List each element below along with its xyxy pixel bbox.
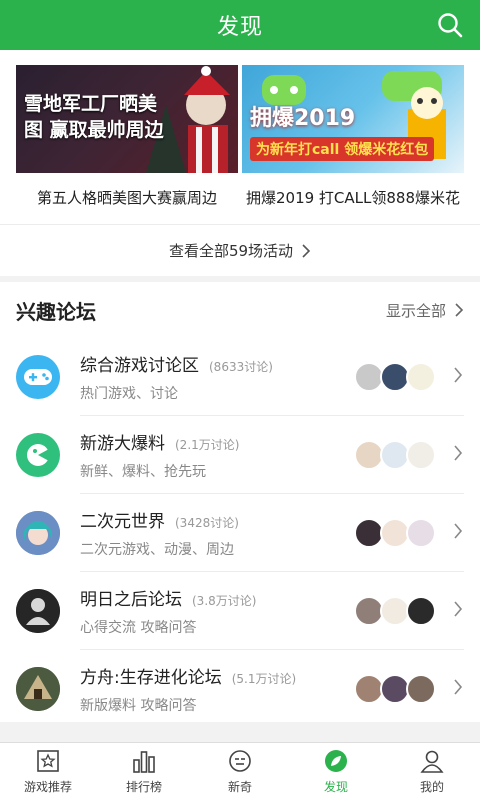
forum-name: 二次元世界 xyxy=(80,512,165,532)
member-avatars xyxy=(354,518,436,548)
forums-header: 兴趣论坛 显示全部 xyxy=(0,282,480,338)
forum-name: 明日之后论坛 xyxy=(80,590,182,610)
banner-image: 拥爆2019 为新年打call 领爆米花红包 xyxy=(242,65,464,173)
banner-card-popcorn-2019[interactable]: 拥爆2019 为新年打call 领爆米花红包 拥爆2019 打CALL领888爆… xyxy=(242,65,464,208)
forum-row[interactable]: 方舟:生存进化论坛 (5.1万讨论) 新版爆料 攻略问答 xyxy=(0,650,480,728)
star-box-icon xyxy=(37,750,59,772)
member-avatars xyxy=(354,440,436,470)
forum-row[interactable]: 新游大爆料 (2.1万讨论) 新鲜、爆料、抢先玩 xyxy=(0,416,480,494)
banner-caption: 拥爆2019 打CALL领888爆米花 xyxy=(245,189,461,207)
forum-description: 热门游戏、讨论 xyxy=(80,386,178,402)
forum-description: 二次元游戏、动漫、周边 xyxy=(80,542,234,558)
search-icon xyxy=(438,13,463,38)
banner-card-identity-v[interactable]: 雪地军工厂晒美图 赢取最帅周边 第五人格晒美图大赛赢周边 xyxy=(16,65,238,208)
user-icon xyxy=(420,750,444,773)
forum-row[interactable]: 明日之后论坛 (3.8万讨论) 心得交流 攻略问答 xyxy=(0,572,480,650)
forum-name: 方舟:生存进化论坛 xyxy=(80,668,222,688)
view-all-activities-link[interactable]: 查看全部59场活动 xyxy=(0,224,480,276)
forum-info: 明日之后论坛 (3.8万讨论) 心得交流 攻略问答 xyxy=(80,585,358,637)
tab-game-recommend[interactable]: 游戏推荐 xyxy=(0,743,96,800)
avatar xyxy=(406,440,436,470)
banner-overlay-text: 雪地军工厂晒美图 赢取最帅周边 xyxy=(24,93,164,141)
member-avatars xyxy=(354,674,436,704)
chevron-right-icon xyxy=(455,303,464,317)
tab-rankings[interactable]: 排行榜 xyxy=(96,743,192,800)
show-all-label: 显示全部 xyxy=(385,301,446,320)
forums-title: 兴趣论坛 xyxy=(16,299,96,324)
chevron-right-icon xyxy=(448,444,468,466)
forum-name: 新游大爆料 xyxy=(80,434,165,454)
view-all-activities-label: 查看全部59场活动 xyxy=(168,242,294,260)
chevron-right-icon xyxy=(448,522,468,544)
interest-forums: 兴趣论坛 显示全部 综合游戏讨论区 (8633讨论) 热门游戏、讨论 新游大爆料… xyxy=(0,282,480,722)
chevron-right-icon xyxy=(302,243,311,258)
avatar xyxy=(406,518,436,548)
page-title: 发现 xyxy=(216,15,263,40)
chevron-right-icon xyxy=(448,366,468,388)
tab-mine[interactable]: 我的 xyxy=(384,743,480,800)
forum-description: 新版爆料 攻略问答 xyxy=(80,698,197,714)
avatar xyxy=(406,362,436,392)
forum-info: 综合游戏讨论区 (8633讨论) 热门游戏、讨论 xyxy=(80,351,358,403)
ark-icon xyxy=(16,667,60,711)
tab-label: 新奇 xyxy=(227,780,252,794)
activity-banners: 雪地军工厂晒美图 赢取最帅周边 第五人格晒美图大赛赢周边 拥爆2019 为新年打… xyxy=(0,50,480,224)
forum-discussion-count: (3.8万讨论) xyxy=(192,594,257,608)
tab-label: 排行榜 xyxy=(125,780,162,794)
survivor-icon xyxy=(16,589,60,633)
banner-overlay-title: 拥爆2019 xyxy=(250,106,356,131)
top-app-bar: 发现 xyxy=(0,0,480,50)
forum-discussion-count: (2.1万讨论) xyxy=(175,438,240,452)
show-all-forums-link[interactable]: 显示全部 xyxy=(386,300,464,321)
member-avatars xyxy=(354,596,436,626)
bottom-tab-bar: 游戏推荐 排行榜 新奇 发现 我的 xyxy=(0,742,480,800)
forum-description: 新鲜、爆料、抢先玩 xyxy=(80,464,206,480)
tab-label: 发现 xyxy=(323,780,348,794)
chevron-right-icon xyxy=(448,600,468,622)
banner-image: 雪地军工厂晒美图 赢取最帅周边 xyxy=(16,65,238,173)
forum-row[interactable]: 综合游戏讨论区 (8633讨论) 热门游戏、讨论 xyxy=(0,338,480,416)
forum-info: 新游大爆料 (2.1万讨论) 新鲜、爆料、抢先玩 xyxy=(80,429,358,481)
avatar xyxy=(406,674,436,704)
member-avatars xyxy=(354,362,436,392)
game-cartridge-icon xyxy=(16,433,60,477)
bar-chart-icon xyxy=(133,751,155,773)
smile-face-icon xyxy=(229,750,251,772)
tab-novelty[interactable]: 新奇 xyxy=(192,743,288,800)
tab-discover[interactable]: 发现 xyxy=(288,743,384,800)
banner-overlay-subtitle: 为新年打call 领爆米花红包 xyxy=(250,137,435,161)
compass-leaf-icon xyxy=(325,750,347,772)
forum-info: 方舟:生存进化论坛 (5.1万讨论) 新版爆料 攻略问答 xyxy=(80,663,358,715)
tab-label: 我的 xyxy=(419,780,444,794)
chevron-right-icon xyxy=(448,678,468,700)
tab-label: 游戏推荐 xyxy=(23,780,72,794)
forum-discussion-count: (5.1万讨论) xyxy=(231,672,297,686)
forum-description: 心得交流 攻略问答 xyxy=(80,620,197,636)
gamepad-icon xyxy=(16,355,60,399)
anime-avatar-icon xyxy=(16,511,60,555)
search-button[interactable] xyxy=(434,9,466,41)
forum-info: 二次元世界 (3428讨论) 二次元游戏、动漫、周边 xyxy=(80,507,358,559)
forum-discussion-count: (8633讨论) xyxy=(209,360,273,374)
forum-discussion-count: (3428讨论) xyxy=(175,516,239,530)
banner-caption: 第五人格晒美图大赛赢周边 xyxy=(36,189,217,207)
forum-name: 综合游戏讨论区 xyxy=(80,356,199,376)
avatar xyxy=(406,596,436,626)
forum-row[interactable]: 二次元世界 (3428讨论) 二次元游戏、动漫、周边 xyxy=(0,494,480,572)
